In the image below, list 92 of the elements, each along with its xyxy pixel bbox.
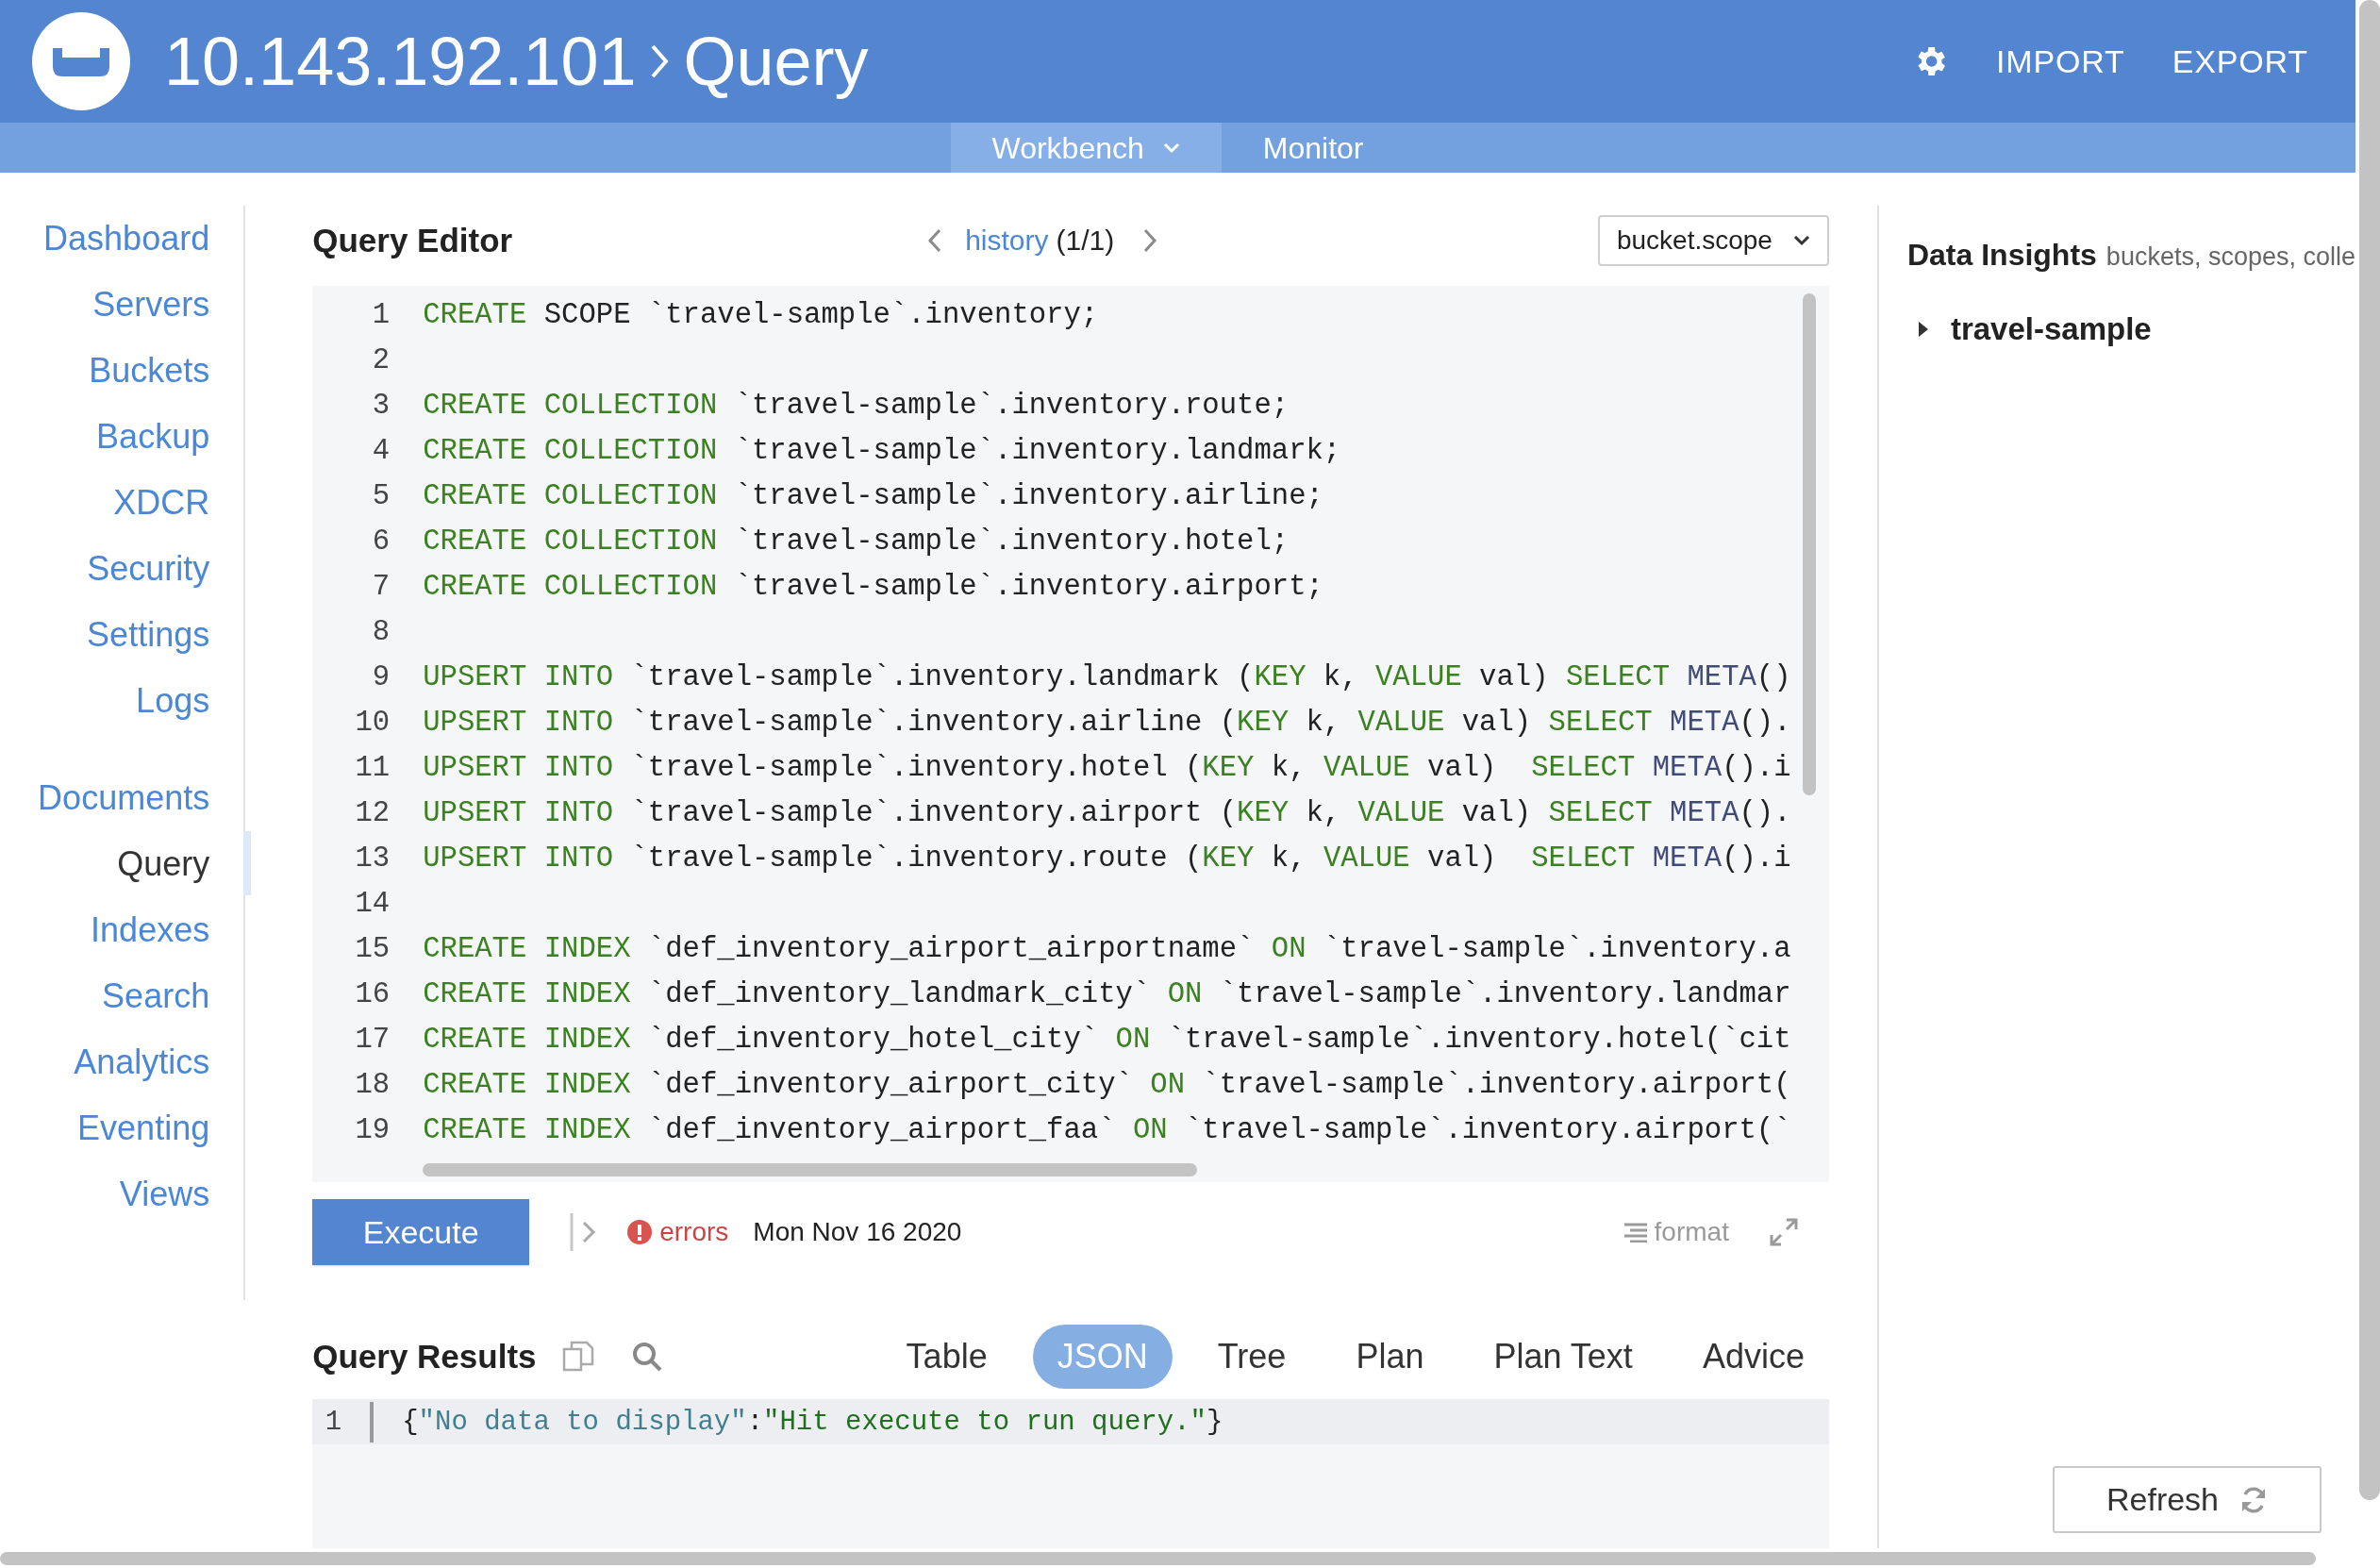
chevron-right-icon: [649, 42, 671, 80]
code-line: CREATE INDEX `def_inventory_airport_faa` ON `travel-sample`.inventory.airport(`: [423, 1112, 1791, 1148]
format-button[interactable]: format: [1622, 1212, 1729, 1253]
sidebar-item[interactable]: Documents: [38, 765, 210, 831]
refresh-button[interactable]: Refresh: [2053, 1466, 2322, 1533]
line-number: 17: [354, 1022, 391, 1058]
tree-item[interactable]: travel-sample: [1916, 306, 2355, 353]
code-line: CREATE COLLECTION `travel-sample`.inventory.route;: [423, 388, 1290, 424]
code-line: UPSERT INTO `travel-sample`.inventory.hotel (KEY k, VALUE val) SELECT META().i: [423, 750, 1791, 786]
history-link[interactable]: history: [965, 219, 1049, 262]
history-count: (1/1): [1056, 224, 1115, 259]
line-number: 16: [354, 976, 391, 1012]
section-title: Query Editor: [312, 220, 514, 260]
sidebar-item[interactable]: Security: [87, 536, 210, 602]
code-line: CREATE COLLECTION `travel-sample`.inventory.landmark;: [423, 433, 1341, 469]
sidebar-item[interactable]: Query: [117, 831, 210, 897]
code-line: UPSERT INTO `travel-sample`.inventory.airport (KEY k, VALUE val) SELECT META().: [423, 795, 1791, 831]
code-line: CREATE COLLECTION `travel-sample`.inventory.airline;: [423, 478, 1323, 514]
nav-tab[interactable]: Workbench: [950, 123, 1222, 173]
sidebar-item[interactable]: Search: [102, 963, 210, 1029]
result-tab[interactable]: Table: [881, 1325, 1012, 1390]
line-number: 11: [354, 750, 391, 786]
line-number: 6: [371, 524, 391, 559]
sidebar-item[interactable]: Servers: [92, 272, 210, 338]
code-line: UPSERT INTO `travel-sample`.inventory.route (KEY k, VALUE val) SELECT META().i: [423, 841, 1791, 876]
code-line: CREATE INDEX `def_inventory_airport_airportname` ON `travel-sample`.inventory.a: [423, 931, 1791, 967]
code-line: CREATE COLLECTION `travel-sample`.inventory.airport;: [423, 569, 1323, 605]
line-number: 2: [371, 342, 391, 378]
line-number: 1: [312, 1401, 374, 1443]
search-icon[interactable]: [630, 1341, 663, 1374]
line-number: 15: [354, 931, 391, 967]
sidebar-item[interactable]: Eventing: [77, 1095, 210, 1161]
header-link[interactable]: IMPORT: [1996, 37, 2125, 86]
panel-subtitle: buckets, scopes, colle: [2105, 242, 2355, 273]
line-number: 12: [354, 795, 391, 831]
sidebar-item[interactable]: Indexes: [91, 897, 210, 963]
line-number: 13: [354, 841, 391, 876]
line-number: 19: [354, 1112, 391, 1148]
breadcrumb-item: Query: [683, 23, 869, 101]
expand-icon[interactable]: [1768, 1217, 1799, 1248]
selection-indicator: [243, 831, 252, 895]
sidebar-item[interactable]: Analytics: [74, 1029, 210, 1095]
code-line: CREATE COLLECTION `travel-sample`.inventory.hotel;: [423, 524, 1290, 559]
panel-title: Data Insights: [1906, 237, 2097, 274]
lines-icon: [1622, 1222, 1649, 1243]
breadcrumb-item[interactable]: 10.143.192.101: [164, 10, 637, 112]
line-number: 8: [371, 614, 391, 650]
sidebar-item[interactable]: Buckets: [89, 338, 210, 404]
scrollbar-thumb[interactable]: [2359, 0, 2380, 1500]
section-title: Query Results: [312, 1337, 537, 1377]
scope-select[interactable]: bucket.scope: [1597, 214, 1829, 266]
result-tab[interactable]: Advice: [1677, 1325, 1829, 1390]
errors-link[interactable]: errors: [627, 1212, 729, 1253]
sidebar-item[interactable]: Logs: [136, 668, 210, 734]
logo-icon: [32, 12, 130, 110]
header-link[interactable]: EXPORT: [2172, 37, 2308, 86]
result-tab[interactable]: Plan: [1331, 1325, 1449, 1390]
line-number: 7: [371, 569, 391, 605]
caret-right-icon: [1916, 320, 1930, 338]
scrollbar-thumb[interactable]: [1802, 292, 1816, 795]
error-icon: [627, 1220, 653, 1245]
line-number: 10: [354, 705, 391, 741]
line-number: 3: [371, 388, 391, 424]
line-number: 18: [354, 1067, 391, 1103]
code-line: CREATE INDEX `def_inventory_airport_city` ON `travel-sample`.inventory.airport(: [423, 1067, 1791, 1103]
sidebar-item[interactable]: XDCR: [113, 470, 210, 536]
code-line: CREATE INDEX `def_inventory_landmark_city` ON `travel-sample`.inventory.landmar: [423, 976, 1791, 1012]
scrollbar-thumb[interactable]: [0, 1551, 2316, 1565]
code-line: UPSERT INTO `travel-sample`.inventory.landmark (KEY k, VALUE val) SELECT META(): [423, 659, 1791, 695]
code-line: UPSERT INTO `travel-sample`.inventory.airline (KEY k, VALUE val) SELECT META().: [423, 705, 1791, 741]
sidebar-item[interactable]: Settings: [87, 602, 210, 668]
code-line: {"No data to display":"Hit execute to run query."}: [402, 1405, 1223, 1440]
result-tab[interactable]: Tree: [1192, 1325, 1311, 1390]
result-tab[interactable]: JSON: [1032, 1325, 1173, 1390]
line-number: 1: [371, 297, 391, 333]
timestamp: Mon Nov 16 2020: [753, 1216, 962, 1249]
line-number: 4: [371, 433, 391, 469]
line-number: 9: [371, 659, 391, 695]
chevron-down-icon: [1162, 142, 1180, 154]
nav-tab[interactable]: Monitor: [1221, 123, 1406, 173]
code-editor[interactable]: [312, 285, 1829, 1183]
line-number: 5: [371, 478, 391, 514]
result-tab[interactable]: Plan Text: [1469, 1325, 1657, 1390]
sidebar-item[interactable]: Views: [119, 1161, 210, 1227]
sidebar-item[interactable]: Backup: [96, 404, 210, 470]
sidebar-item[interactable]: Dashboard: [43, 206, 210, 272]
caret-icon: [1792, 234, 1810, 246]
scrollbar-thumb[interactable]: [423, 1163, 1198, 1177]
code-line: CREATE SCOPE `travel-sample`.inventory;: [423, 297, 1099, 333]
execute-button[interactable]: Execute: [312, 1199, 530, 1266]
code-line: CREATE INDEX `def_inventory_hotel_city` ON `travel-sample`.inventory.hotel(`cit: [423, 1022, 1791, 1058]
line-number: 14: [354, 886, 391, 922]
